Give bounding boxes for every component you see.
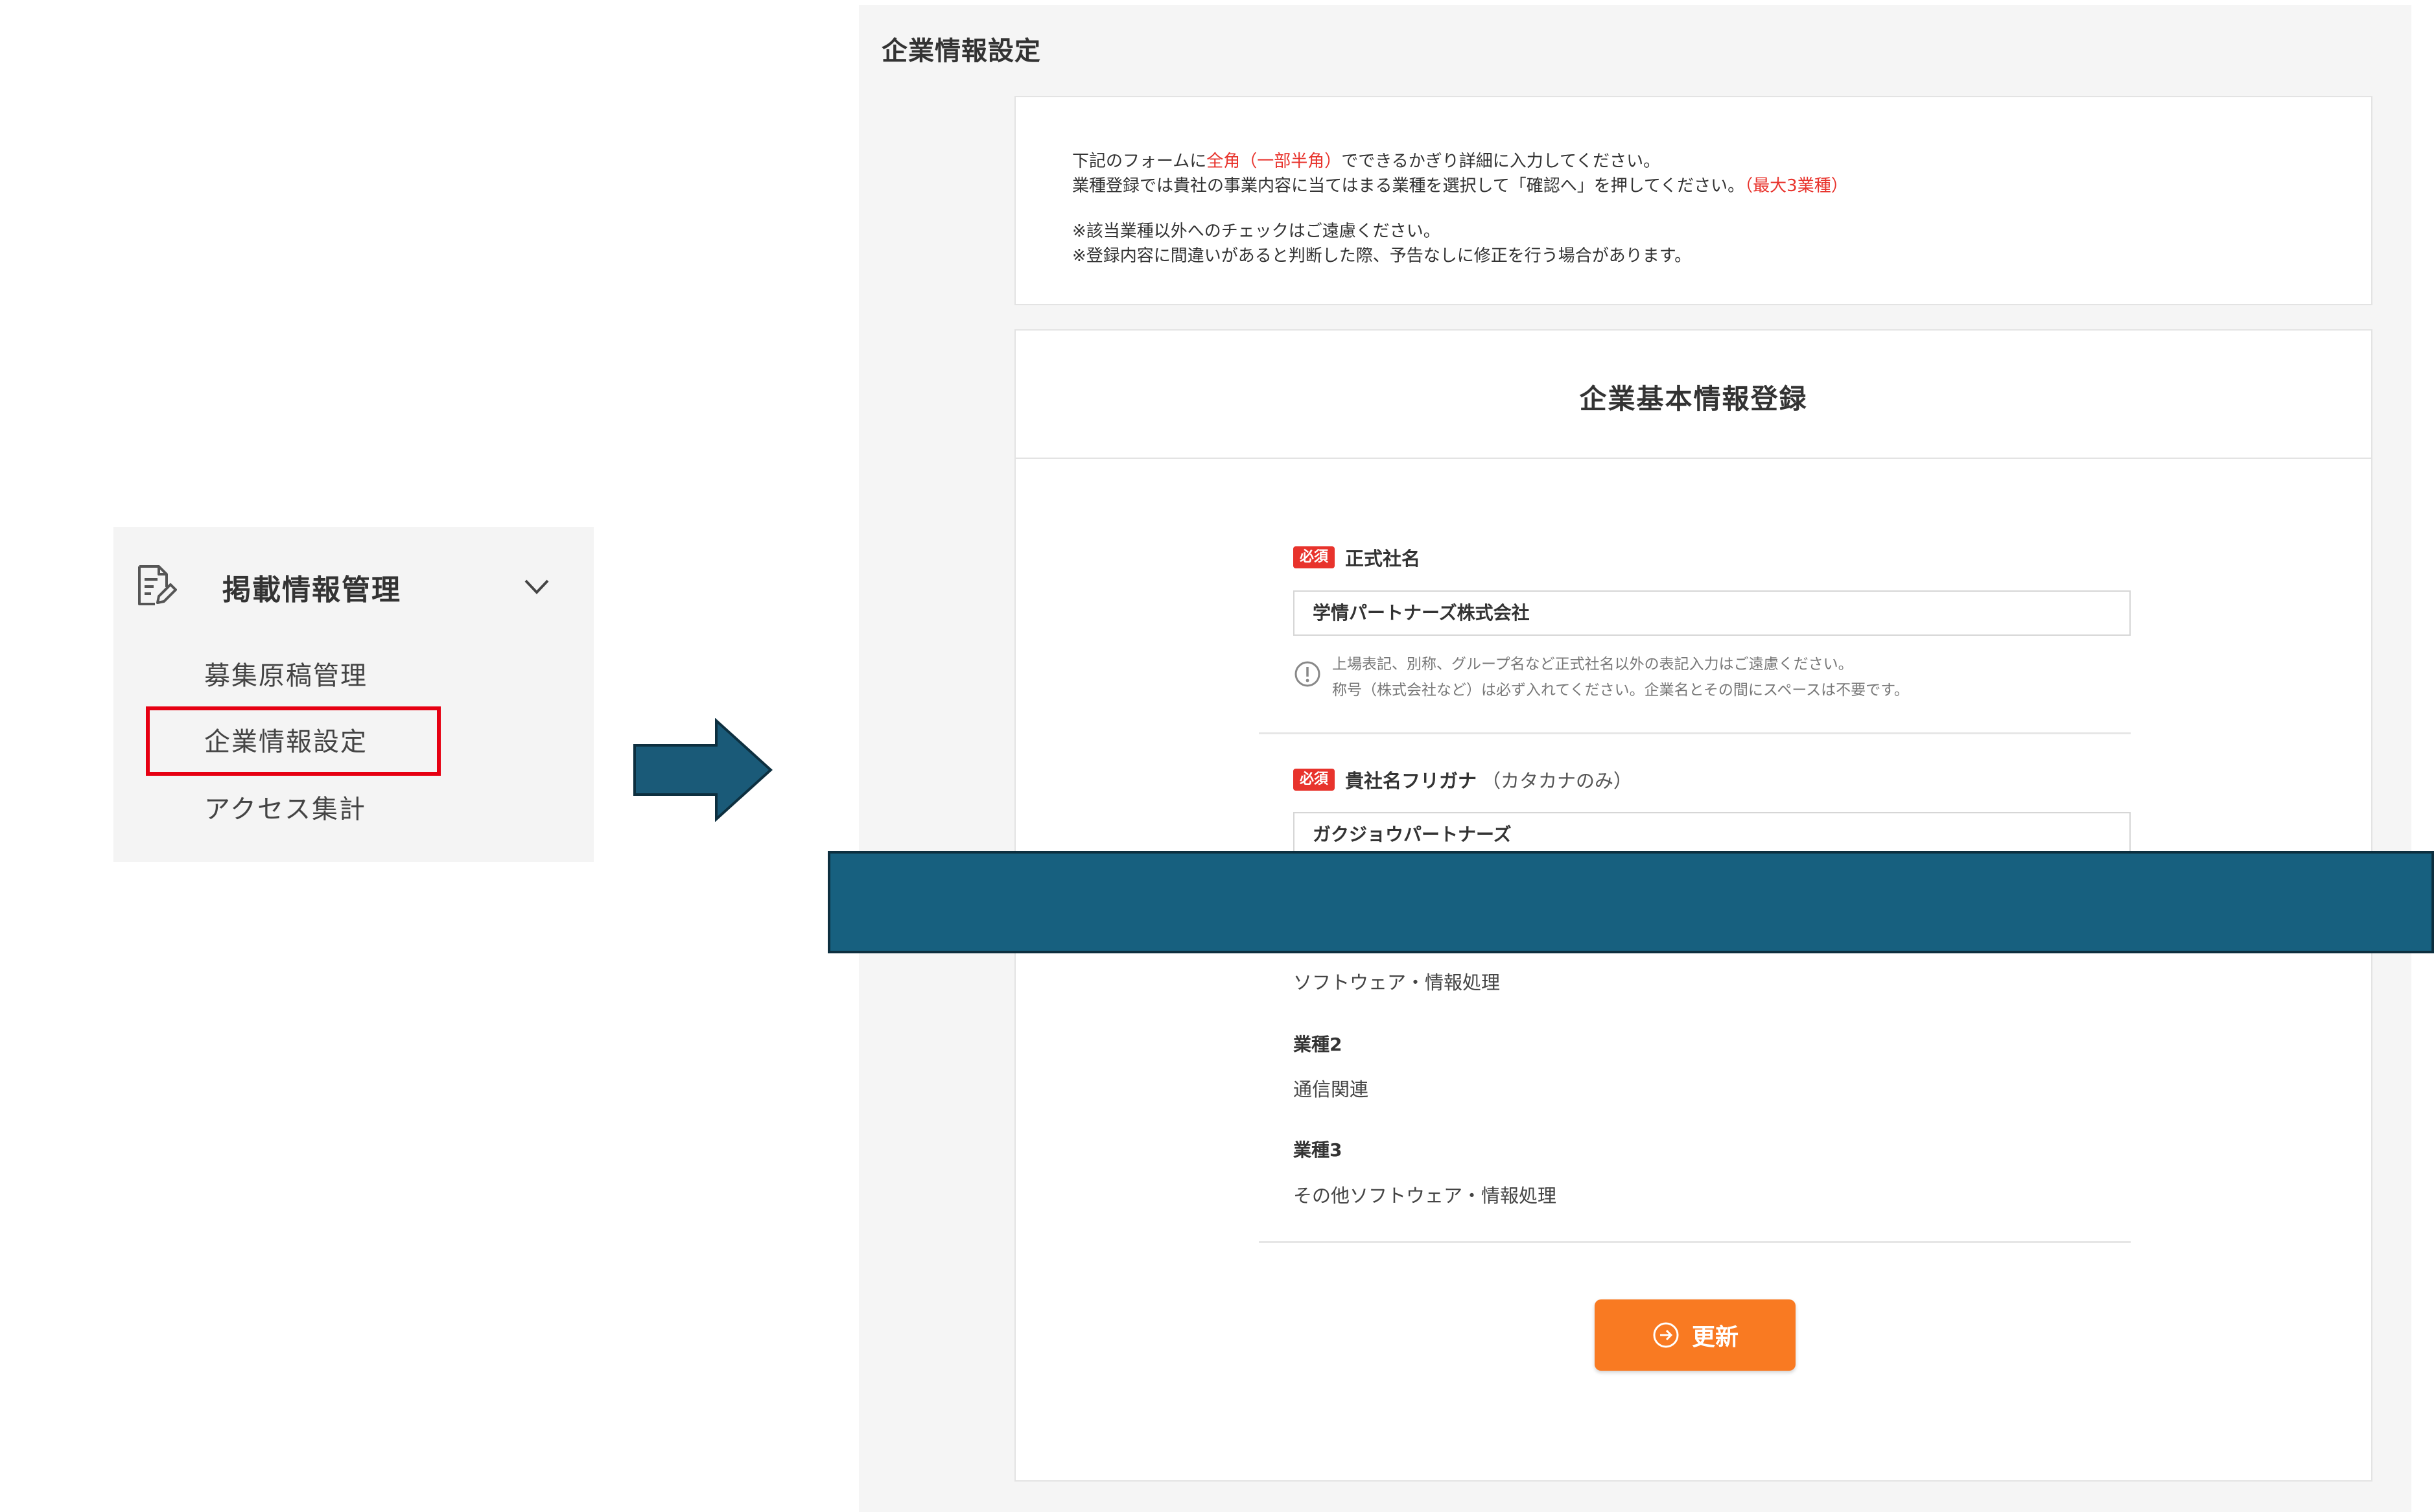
highlight-box bbox=[146, 706, 441, 776]
page-title: 企業情報設定 bbox=[882, 36, 1041, 66]
document-edit-icon bbox=[138, 565, 177, 605]
sidebar-menu: 掲載情報管理 募集原稿管理 企業情報設定 アクセス集計 bbox=[113, 527, 594, 862]
required-badge: 必須 bbox=[1293, 546, 1335, 568]
notice-line-1: 下記のフォームに全角（一部半角）でできるかぎり詳細に入力してください。 bbox=[1072, 148, 1660, 172]
field-label-text: 貴社名フリガナ bbox=[1345, 770, 1477, 792]
divider bbox=[1259, 732, 2131, 734]
industry-3-label: 業種3 bbox=[1293, 1139, 1342, 1161]
main-panel: 企業情報設定 下記のフォームに全角（一部半角）でできるかぎり詳細に入力してくださ… bbox=[859, 5, 2411, 1512]
industry-1-value: ソフトウェア・情報処理 bbox=[1293, 971, 1501, 994]
divider bbox=[1259, 1241, 2131, 1243]
required-badge: 必須 bbox=[1293, 769, 1335, 791]
form-title: 企業基本情報登録 bbox=[1579, 383, 1808, 415]
official-name-input[interactable]: 学情パートナーズ株式会社 bbox=[1293, 590, 2131, 636]
official-name-note-1: 上場表記、別称、グループ名など正式社名以外の表記入力はご遠慮ください。 bbox=[1332, 656, 1853, 673]
notice-box: 下記のフォームに全角（一部半角）でできるかぎり詳細に入力してください。 業種登録… bbox=[1014, 96, 2372, 305]
form-header: 企業基本情報登録 bbox=[1016, 331, 2371, 459]
notice-line-4: ※登録内容に間違いがあると判断した際、予告なしに修正を行う場合があります。 bbox=[1072, 246, 1692, 266]
chevron-down-icon[interactable] bbox=[521, 570, 553, 603]
industry-2-value: 通信関連 bbox=[1293, 1078, 1369, 1100]
overlay-band bbox=[828, 851, 2434, 953]
info-circle-icon bbox=[1294, 661, 1320, 687]
notice-line-3: ※該当業種以外へのチェックはご遠慮ください。 bbox=[1072, 222, 1440, 241]
notice-text: 下記のフォームに bbox=[1072, 152, 1207, 171]
update-button-label: 更新 bbox=[1691, 1324, 1739, 1351]
right-arrow-icon bbox=[633, 718, 773, 822]
sidebar-group-title: 掲載情報管理 bbox=[222, 574, 401, 607]
field-label-text: 正式社名 bbox=[1345, 548, 1421, 570]
notice-text: 業種登録では貴社の事業内容に当てはまる業種を選択して「確認へ」を押してください。 bbox=[1072, 176, 1745, 196]
update-button[interactable]: 更新 bbox=[1595, 1299, 1796, 1371]
sidebar-item-access-stats[interactable]: アクセス集計 bbox=[204, 788, 366, 826]
field-hint: （カタカナのみ） bbox=[1482, 770, 1633, 792]
notice-emphasis: 全角（一部半角） bbox=[1206, 152, 1342, 171]
sidebar-item-recruit-posts[interactable]: 募集原稿管理 bbox=[204, 655, 368, 692]
industry-3-value: その他ソフトウェア・情報処理 bbox=[1293, 1185, 1557, 1207]
notice-line-2: 業種登録では貴社の事業内容に当てはまる業種を選択して「確認へ」を押してください。… bbox=[1072, 172, 1848, 196]
furigana-label: 必須 貴社名フリガナ （カタカナのみ） bbox=[1293, 767, 1632, 793]
notice-emphasis: （最大3業種） bbox=[1744, 176, 1848, 196]
official-name-note-2: 称号（株式会社など）は必ず入れてください。企業名とその間にスペースは不要です。 bbox=[1332, 682, 1909, 699]
notice-text: でできるかぎり詳細に入力してください。 bbox=[1341, 152, 1661, 171]
sidebar-group-header[interactable]: 掲載情報管理 bbox=[132, 563, 579, 614]
official-name-label: 必須 正式社名 bbox=[1293, 544, 1420, 570]
arrow-circle-right-icon bbox=[1653, 1322, 1679, 1348]
industry-2-label: 業種2 bbox=[1293, 1034, 1342, 1055]
